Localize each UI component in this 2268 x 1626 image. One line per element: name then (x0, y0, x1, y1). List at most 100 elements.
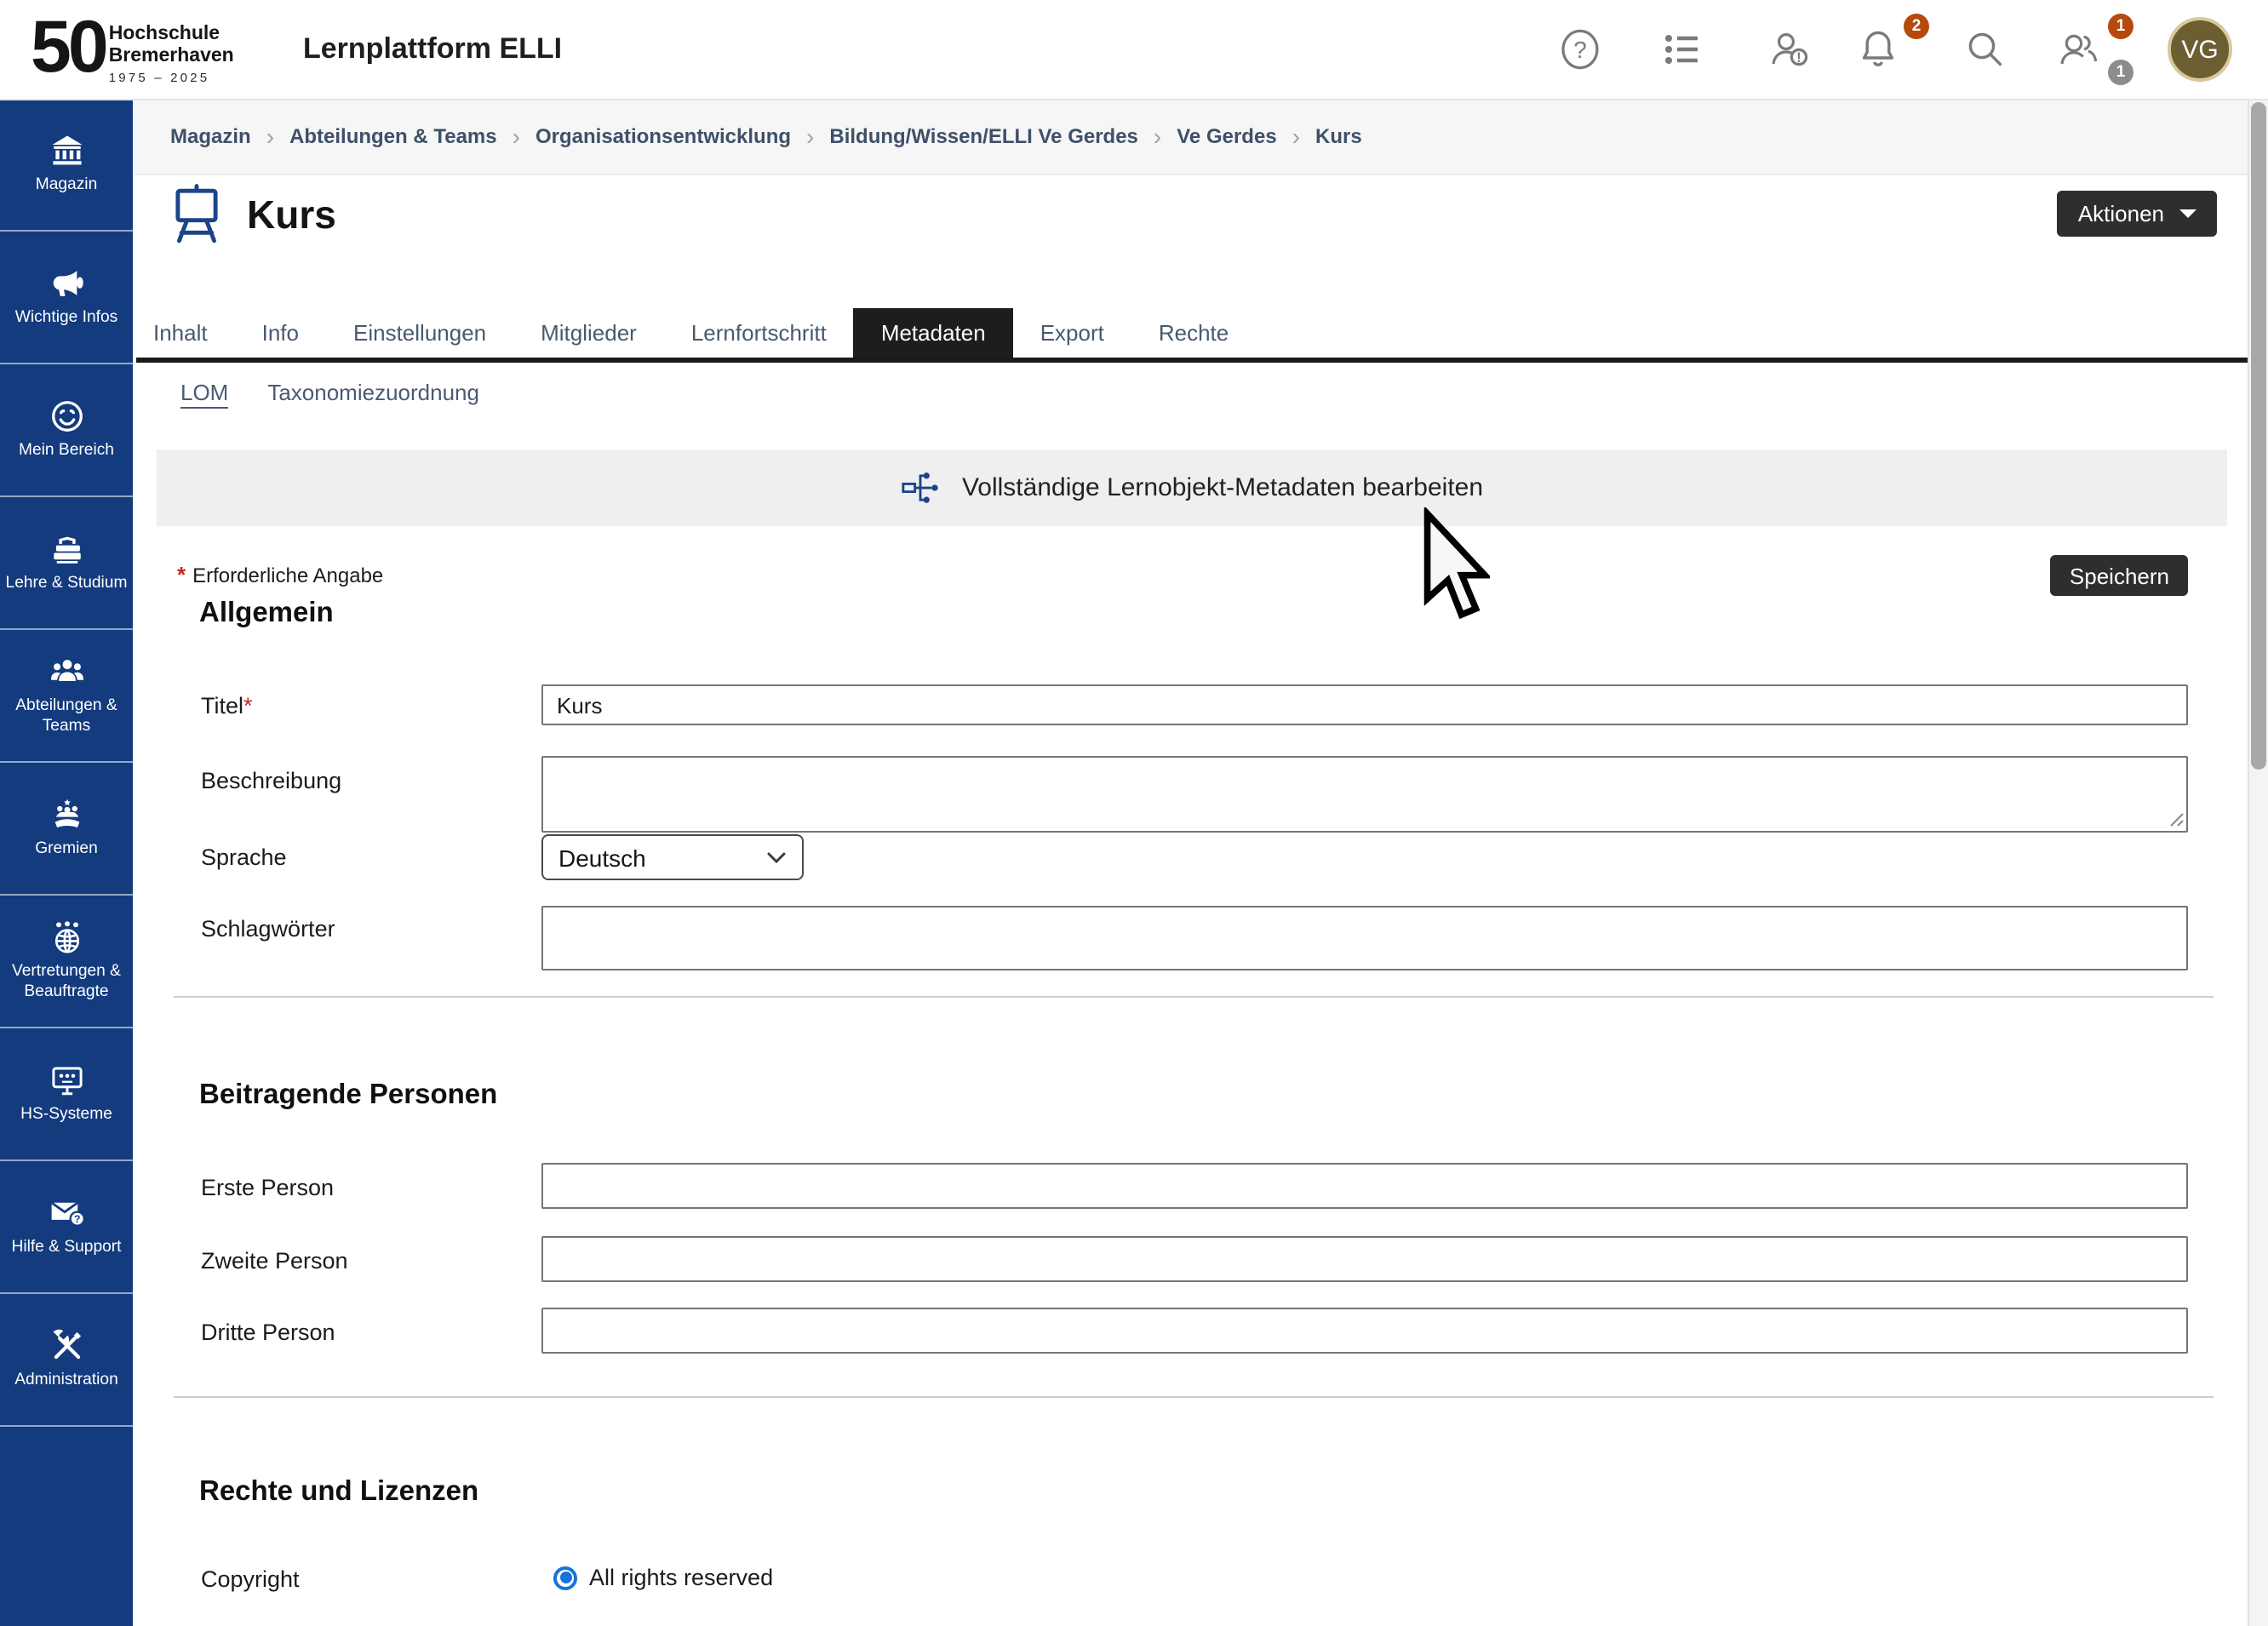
sidebar-item-label: Administration (14, 1371, 118, 1390)
tab-export[interactable]: Export (1013, 308, 1131, 358)
subtab-taxonomiezuordnung[interactable]: Taxonomiezuordnung (267, 380, 479, 405)
actions-button[interactable]: Aktionen (2058, 191, 2217, 237)
copyright-option-row: All rights reserved (553, 1565, 773, 1590)
help-icon[interactable]: ? (1558, 27, 1602, 72)
sidebar-item-hilfe-support[interactable]: ? Hilfe & Support (0, 1161, 133, 1294)
contacts-badge-secondary: 1 (2108, 60, 2133, 85)
dritte-person-input[interactable] (541, 1308, 2188, 1354)
sidebar-item-label: Lehre & Studium (6, 574, 128, 593)
required-hint: *Erforderliche Angabe (177, 562, 383, 587)
breadcrumb-item[interactable]: Magazin (170, 124, 251, 148)
required-marker: * (243, 693, 253, 719)
svg-text:?: ? (73, 1213, 79, 1225)
save-button-label: Speichern (2070, 563, 2169, 588)
smiley-icon (49, 398, 84, 434)
committee-icon (49, 797, 84, 833)
tab-inhalt[interactable]: Inhalt (136, 308, 235, 358)
contacts-badge-new: 1 (2108, 14, 2133, 39)
megaphone-icon (49, 266, 84, 301)
tab-metadaten[interactable]: Metadaten (854, 308, 1013, 358)
sidebar: Magazin Wichtige Infos Mein Bereich Lehr… (0, 99, 133, 1626)
field-label-schlagwoerter: Schlagwörter (201, 916, 335, 942)
field-label-dritte-person: Dritte Person (201, 1320, 335, 1345)
mail-help-icon: ? (49, 1195, 84, 1231)
copyright-radio[interactable] (553, 1566, 577, 1589)
titel-input[interactable] (541, 684, 2188, 725)
logo-50: 50 (31, 9, 106, 87)
university-logo[interactable]: 50 Hochschule Bremerhaven 1975 – 2025 (31, 9, 234, 87)
section-heading-beitragende: Beitragende Personen (199, 1079, 497, 1112)
section-divider (174, 1396, 2214, 1398)
sidebar-item-mein-bereich[interactable]: Mein Bereich (0, 364, 133, 497)
sidebar-item-hs-systeme[interactable]: HS-Systeme (0, 1028, 133, 1161)
breadcrumb-item[interactable]: Ve Gerdes (1177, 124, 1276, 148)
scrollbar-thumb[interactable] (2250, 102, 2265, 770)
tab-lernfortschritt[interactable]: Lernfortschritt (664, 308, 854, 358)
contacts-icon[interactable] (2057, 27, 2101, 72)
sidebar-item-magazin[interactable]: Magazin (0, 99, 133, 232)
bell-icon[interactable] (1856, 27, 1900, 72)
breadcrumb-item[interactable]: Bildung/Wissen/ELLI Ve Gerdes (829, 124, 1138, 148)
sidebar-item-label: Mein Bereich (19, 441, 114, 461)
page-head: Kurs (170, 184, 336, 245)
sidebar-item-label: Vertretungen & Beauftragte (3, 963, 129, 1003)
breadcrumb-band: Magazin › Abteilungen & Teams › Organisa… (133, 99, 2248, 175)
zweite-person-input[interactable] (541, 1236, 2188, 1282)
edit-full-metadata-banner[interactable]: Vollständige Lernobjekt-Metadaten bearbe… (157, 449, 2227, 526)
page-title: Kurs (247, 192, 336, 238)
actions-button-label: Aktionen (2078, 201, 2164, 226)
list-icon[interactable] (1660, 27, 1704, 72)
sprache-select-value: Deutsch (558, 844, 646, 871)
field-label-zweite-person: Zweite Person (201, 1248, 348, 1274)
copyright-radio-label: All rights reserved (589, 1565, 773, 1590)
edit-full-metadata-label: Vollständige Lernobjekt-Metadaten bearbe… (962, 473, 1483, 502)
breadcrumb-separator: › (513, 124, 520, 148)
sidebar-item-label: Hilfe & Support (11, 1238, 121, 1257)
tab-einstellungen[interactable]: Einstellungen (326, 308, 513, 358)
tab-info[interactable]: Info (235, 308, 326, 358)
search-icon[interactable] (1963, 27, 2007, 72)
required-marker: * (177, 562, 186, 587)
people-icon (49, 655, 84, 690)
field-label-beschreibung: Beschreibung (201, 768, 341, 793)
metadata-nodes-icon (901, 468, 940, 507)
erste-person-input[interactable] (541, 1163, 2188, 1209)
breadcrumb-item[interactable]: Abteilungen & Teams (289, 124, 497, 148)
screen: 50 Hochschule Bremerhaven 1975 – 2025 Le… (0, 0, 2268, 1626)
sidebar-item-administration[interactable]: Administration (0, 1294, 133, 1427)
section-divider (174, 996, 2214, 998)
beschreibung-textarea[interactable] (541, 756, 2188, 833)
sidebar-item-vertretungen[interactable]: Vertretungen & Beauftragte (0, 896, 133, 1028)
field-label-sprache: Sprache (201, 844, 287, 870)
save-button[interactable]: Speichern (2051, 555, 2188, 596)
sprache-select[interactable]: Deutsch (541, 834, 804, 880)
subtab-bar: LOM Taxonomiezuordnung (180, 380, 479, 409)
sidebar-item-label: Abteilungen & Teams (3, 697, 129, 737)
breadcrumb-separator: › (1154, 124, 1161, 148)
section-heading-allgemein: Allgemein (199, 598, 334, 630)
breadcrumb-separator: › (806, 124, 814, 148)
tab-mitglieder[interactable]: Mitglieder (513, 308, 664, 358)
tools-icon (49, 1328, 84, 1364)
sidebar-item-lehre-studium[interactable]: Lehre & Studium (0, 497, 133, 630)
app-title: Lernplattform ELLI (303, 32, 562, 66)
breadcrumb-item[interactable]: Organisationsentwicklung (536, 124, 791, 148)
online-users-icon[interactable]: ! (1767, 27, 1812, 72)
section-heading-rechte: Rechte und Lizenzen (199, 1476, 478, 1509)
sidebar-item-abteilungen-teams[interactable]: Abteilungen & Teams (0, 630, 133, 763)
avatar[interactable]: VG (2168, 17, 2232, 82)
subtab-lom[interactable]: LOM (180, 380, 228, 409)
chevron-down-icon (2179, 209, 2196, 218)
breadcrumb: Magazin › Abteilungen & Teams › Organisa… (170, 124, 1362, 148)
sidebar-item-wichtige-infos[interactable]: Wichtige Infos (0, 232, 133, 364)
course-easel-icon (170, 184, 223, 245)
tab-rechte[interactable]: Rechte (1131, 308, 1256, 358)
logo-name-line1: Hochschule (109, 24, 234, 45)
select-chevron-icon (766, 850, 787, 864)
sidebar-item-gremien[interactable]: Gremien (0, 763, 133, 896)
sidebar-item-label: HS-Systeme (20, 1105, 112, 1125)
logo-name-line2: Bremerhaven (109, 45, 234, 66)
sidebar-item-label: Magazin (36, 175, 98, 195)
breadcrumb-item[interactable]: Kurs (1315, 124, 1362, 148)
schlagwoerter-input[interactable] (541, 906, 2188, 970)
